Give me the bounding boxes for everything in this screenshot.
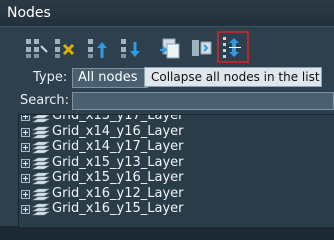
collapse-all-button[interactable] [217,31,249,63]
nodes-panel: Nodes Type: All nodes Collapse all nodes… [0,0,334,227]
node-list[interactable]: Grid_x13_y17_Layer Grid_x14_y16_Layer Grid… [18,114,334,227]
expand-icon[interactable] [21,158,30,168]
layer-icon [32,203,50,216]
search-input[interactable] [72,92,334,110]
layer-icon [32,157,50,169]
layer-icon [32,172,50,185]
copy-nodes-button[interactable] [156,34,184,62]
expand-nodes-icon [192,40,212,56]
list-item-label: Grid_x13_y17_Layer [52,114,184,123]
layer-icon [32,188,50,200]
collapse-all-icon [223,37,241,58]
copy-nodes-icon [160,38,180,59]
select-nodes-button[interactable] [22,34,50,62]
type-label: Type: [33,70,68,85]
expand-icon[interactable] [21,174,30,183]
type-filter-dropdown[interactable]: All nodes [72,68,148,88]
title-bar[interactable]: Nodes [0,0,334,27]
expand-icon[interactable] [21,205,30,214]
list-item-label: Grid_x16_y15_Layer [52,201,184,216]
list-item-label: Grid_x14_y17_Layer [52,139,184,154]
panel-title: Nodes [7,5,51,21]
delete-nodes-icon [55,39,75,58]
select-nodes-icon [26,39,48,58]
layer-icon [32,141,50,154]
move-down-button[interactable] [117,34,145,62]
layer-icon [32,115,50,123]
list-item-label: Grid_x14_y16_Layer [52,123,184,139]
expand-icon[interactable] [21,189,30,199]
layer-icon [32,126,50,138]
list-gutter [0,114,18,226]
delete-nodes-button[interactable] [51,34,79,62]
search-label: Search: [20,93,70,108]
list-item-label: Grid_x15_y13_Layer [52,154,184,170]
expand-icon[interactable] [21,127,30,137]
expand-icon[interactable] [21,115,30,121]
tooltip: Collapse all nodes in the list [144,67,322,87]
move-down-icon [121,39,140,58]
move-up-button[interactable] [84,34,112,62]
list-item[interactable]: Grid_x16_y15_Layer [21,201,321,218]
list-item-label: Grid_x16_y12_Layer [52,185,184,201]
list-item-label: Grid_x15_y16_Layer [52,170,184,185]
expand-nodes-button[interactable] [188,34,216,62]
expand-icon[interactable] [21,143,30,152]
move-up-icon [88,39,107,58]
